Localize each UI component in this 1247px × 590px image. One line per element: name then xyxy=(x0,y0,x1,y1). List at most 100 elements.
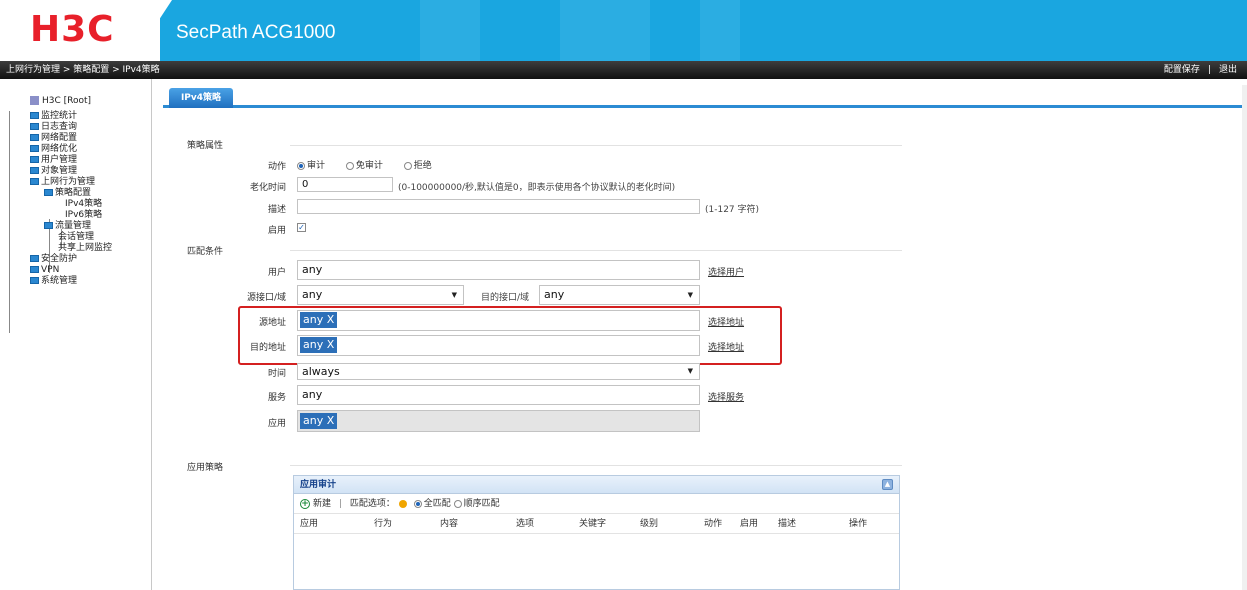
col-keyword: 关键字 xyxy=(579,519,607,529)
src-interface-select[interactable]: any xyxy=(297,285,464,305)
col-option: 选项 xyxy=(516,519,535,529)
match-option-label: 匹配选项： xyxy=(349,499,395,509)
folder-icon xyxy=(30,123,39,130)
user-field[interactable]: any xyxy=(297,260,700,280)
page-scrollbar[interactable] xyxy=(1242,85,1247,590)
action-audit-radio[interactable]: 审计 xyxy=(297,161,325,171)
panel-header: 应用审计 ▲ xyxy=(294,476,899,494)
add-icon: + xyxy=(300,498,310,509)
tab-ipv4-policy[interactable]: IPv4策略 xyxy=(169,88,233,108)
enable-checkbox[interactable]: ✓ xyxy=(297,223,306,232)
tree-item-traffic[interactable]: 流量管理 xyxy=(44,221,91,232)
section-app-policy: 应用策略 xyxy=(187,463,224,473)
tree-item-ipv6-policy[interactable]: IPv6策略 xyxy=(65,210,102,221)
aging-label: 老化时间 xyxy=(249,183,286,193)
folder-icon xyxy=(30,134,39,141)
col-action: 动作 xyxy=(704,519,723,529)
col-behavior: 行为 xyxy=(374,519,393,529)
folder-icon xyxy=(44,222,53,229)
panel-title: 应用审计 xyxy=(300,480,337,490)
h3c-logo: H3C xyxy=(30,9,115,50)
tree-root[interactable]: H3C [Root] xyxy=(30,96,91,107)
tree-item-network[interactable]: 网络配置 xyxy=(30,133,77,144)
tree-item-behavior[interactable]: 上网行为管理 xyxy=(30,177,95,188)
folder-icon xyxy=(30,156,39,163)
top-links: 配置保存 | 退出 xyxy=(1164,61,1237,79)
dst-interface-select[interactable]: any xyxy=(539,285,700,305)
action-radio-group: 审计 免审计 拒绝 xyxy=(297,158,432,171)
radio-icon xyxy=(403,161,412,170)
section-divider xyxy=(290,145,902,146)
top-links-separator: | xyxy=(1207,65,1211,75)
tree-item-ipv4-policy[interactable]: IPv4策略 xyxy=(65,199,102,210)
folder-icon xyxy=(30,145,39,152)
folder-icon xyxy=(30,255,39,262)
tree-item-user[interactable]: 用户管理 xyxy=(30,155,77,166)
description-hint: (1-127 字符) xyxy=(705,205,760,215)
new-button[interactable]: + 新建 xyxy=(300,498,331,509)
computer-icon xyxy=(30,96,39,105)
tree-item-log[interactable]: 日志查询 xyxy=(30,122,77,133)
save-config-link[interactable]: 配置保存 xyxy=(1164,65,1200,75)
tree-item-object[interactable]: 对象管理 xyxy=(30,166,77,177)
tree-item-session[interactable]: 会话管理 xyxy=(58,232,94,243)
application-label: 应用 xyxy=(267,419,286,429)
time-select[interactable]: always xyxy=(297,363,700,380)
aging-hint: (0-100000000/秒,默认值是0，即表示使用各个协议默认的老化时间) xyxy=(398,183,676,193)
folder-icon xyxy=(30,167,39,174)
section-match: 匹配条件 xyxy=(187,247,224,257)
description-input[interactable] xyxy=(297,199,700,214)
tree-item-policy-config[interactable]: 策略配置 xyxy=(44,188,91,199)
application-field[interactable]: any X xyxy=(297,410,700,432)
panel-toolbar: + 新建 | 匹配选项： 全匹配 顺序匹配 xyxy=(294,494,899,514)
nav-tree: H3C [Root] 监控统计 日志查询 网络配置 网络优化 用户管理 对象管理… xyxy=(0,79,152,590)
dst-interface-label: 目的接口/域 xyxy=(481,293,530,303)
header-decoration xyxy=(420,0,480,61)
section-policy-props: 策略属性 xyxy=(187,141,224,151)
header-decoration xyxy=(560,0,650,61)
tree-line xyxy=(9,111,10,333)
radio-icon xyxy=(345,161,354,170)
table-header: 应用 行为 内容 选项 关键字 级别 动作 启用 描述 操作 xyxy=(294,514,899,534)
time-label: 时间 xyxy=(267,369,286,379)
tree-item-monitor[interactable]: 监控统计 xyxy=(30,111,77,122)
action-deny-radio[interactable]: 拒绝 xyxy=(403,161,432,171)
user-label: 用户 xyxy=(267,268,286,278)
tree-item-vpn[interactable]: VPN xyxy=(30,265,59,276)
radio-icon xyxy=(453,499,462,508)
enable-label: 启用 xyxy=(267,226,286,236)
logo-slant xyxy=(132,0,172,61)
description-label: 描述 xyxy=(267,205,286,215)
collapse-icon[interactable]: ▲ xyxy=(882,479,893,490)
breadcrumb: 上网行为管理 > 策略配置 > IPv4策略 xyxy=(6,65,160,75)
tree-item-optimize[interactable]: 网络优化 xyxy=(30,144,77,155)
match-order-radio[interactable]: 顺序匹配 xyxy=(453,499,500,509)
src-interface-label: 源接口/域 xyxy=(246,293,286,303)
section-divider xyxy=(290,250,902,251)
tree-item-system[interactable]: 系统管理 xyxy=(30,276,77,287)
tree-item-shared-monitor[interactable]: 共享上网监控 xyxy=(58,243,112,254)
select-user-link[interactable]: 选择用户 xyxy=(708,265,744,278)
folder-icon xyxy=(30,112,39,119)
select-service-link[interactable]: 选择服务 xyxy=(708,390,744,403)
app-header: H3C SecPath ACG1000 xyxy=(0,0,1247,61)
service-label: 服务 xyxy=(267,393,286,403)
aging-input[interactable]: 0 xyxy=(297,177,393,192)
folder-icon xyxy=(30,178,39,185)
logout-link[interactable]: 退出 xyxy=(1219,65,1237,75)
col-enable: 启用 xyxy=(740,519,759,529)
tab-bar: IPv4策略 xyxy=(163,88,1247,108)
application-tag[interactable]: any X xyxy=(300,413,338,429)
radio-icon xyxy=(297,161,305,170)
breadcrumb-bar: 上网行为管理 > 策略配置 > IPv4策略 配置保存 | 退出 xyxy=(0,61,1247,79)
service-field[interactable]: any xyxy=(297,385,700,405)
match-full-radio[interactable]: 全匹配 xyxy=(413,499,451,509)
header-decoration xyxy=(700,0,740,61)
product-name: SecPath ACG1000 xyxy=(176,22,336,43)
action-no-audit-radio[interactable]: 免审计 xyxy=(345,161,383,171)
tree-item-security[interactable]: 安全防护 xyxy=(30,254,77,265)
col-operation: 操作 xyxy=(849,519,868,529)
section-divider xyxy=(290,465,902,466)
col-level: 级别 xyxy=(640,519,659,529)
col-description: 描述 xyxy=(778,519,797,529)
